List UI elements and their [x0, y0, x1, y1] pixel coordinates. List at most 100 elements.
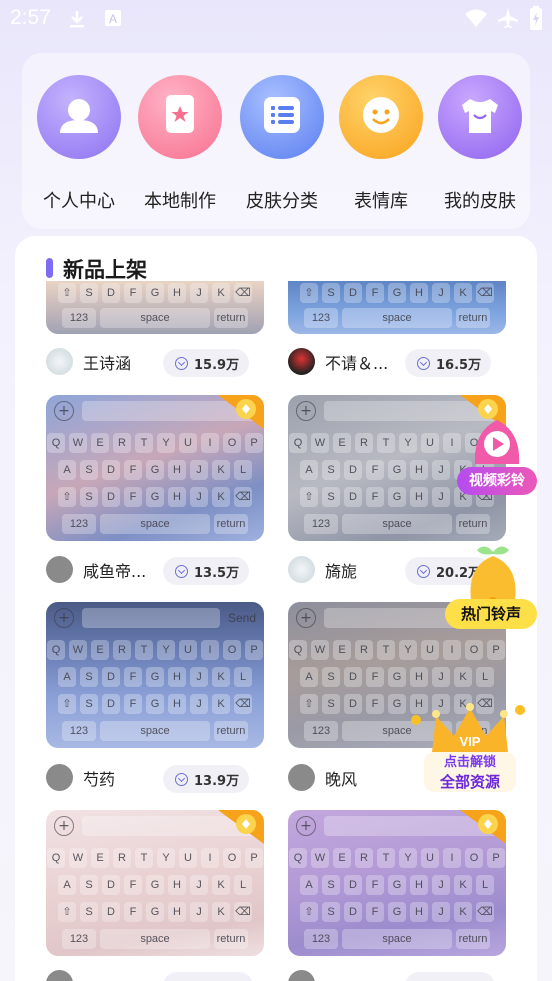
skin-preview-2[interactable]: ⇧ S D F G H J K ⌫ 123 space return — [288, 281, 506, 334]
keyboard-row: QWERTYUIOP — [288, 848, 506, 868]
author-1[interactable]: 王诗涵 — [46, 348, 131, 375]
keyboard-row: ⇧ S D F G H J K ⌫ — [46, 902, 264, 922]
wifi-icon — [465, 9, 487, 27]
hot-ringtones-label: 热门铃声 — [445, 599, 537, 629]
keyboard-row: 123spacereturn — [46, 308, 264, 328]
vip-line2: 全部资源 — [439, 773, 500, 791]
section-accent-bar — [46, 258, 53, 278]
avatar — [46, 348, 73, 375]
download-icon — [417, 356, 430, 370]
keyboard-row: 123spacereturn — [46, 514, 264, 534]
keyboard-row: ⇧ S D F G H J K ⌫ — [46, 694, 264, 714]
download-count: 13.5万 — [194, 565, 240, 581]
keyboard-row: ASDFGHJKL — [46, 460, 264, 480]
quick-item-profile[interactable]: 个人中心 — [34, 75, 124, 213]
skin-preview-5[interactable]: + Send QWERTYUIOP ASDFGHJKL ⇧ S D F G H J K ⌫ 123… — [46, 602, 264, 748]
keyboard-row: 123spacereturn — [288, 929, 506, 949]
quick-item-label: 表情库 — [354, 191, 408, 212]
bell-play-icon — [474, 420, 520, 464]
avatar — [288, 556, 315, 583]
hot-ringtones-button[interactable]: 热门铃声 — [445, 540, 537, 632]
section-title: 新品上架 — [63, 258, 147, 282]
download-icon — [175, 356, 188, 370]
airplane-icon — [498, 8, 518, 28]
author-name: 晚风 — [325, 769, 358, 789]
vip-line1: 点击解锁 — [443, 755, 496, 770]
shirt-icon — [438, 75, 522, 159]
author-7[interactable] — [46, 970, 73, 981]
keyboard-row: ASDFGHJKL — [46, 875, 264, 895]
author-name: 不请＆... — [325, 353, 389, 373]
avatar — [288, 348, 315, 375]
download-count: 15.9万 — [194, 357, 240, 373]
author-2[interactable]: 不请＆... — [288, 348, 388, 375]
keyboard-row: QWERTYUIOP — [288, 640, 506, 660]
quick-item-label: 个人中心 — [43, 191, 115, 212]
quick-item-skin-category[interactable]: 皮肤分类 — [237, 75, 327, 213]
vip-unlock-button[interactable]: VIP 点击解锁 全部资源 — [410, 702, 530, 794]
download-icon — [175, 564, 188, 578]
author-8[interactable] — [288, 970, 315, 981]
keyboard-row: ASDFGHJKL — [288, 667, 506, 687]
author-name: 王诗涵 — [83, 353, 132, 373]
status-time: 2:57 — [10, 6, 51, 29]
avatar — [46, 970, 73, 981]
avatar — [288, 970, 315, 981]
svg-text:A: A — [109, 12, 117, 26]
card-star-icon — [138, 75, 222, 159]
status-bar: 2:57 A — [0, 0, 552, 38]
author-3[interactable]: 咸鱼帝... — [46, 556, 146, 583]
keyboard-row: ASDFGHJKL — [46, 667, 264, 687]
author-6[interactable]: 晚风 — [288, 764, 357, 791]
vip-medal-icon — [218, 395, 264, 429]
battery-icon — [530, 6, 542, 30]
avatar — [288, 764, 315, 791]
author-5[interactable]: 芍药 — [46, 764, 115, 791]
author-name: 芍药 — [83, 769, 116, 789]
avatar — [46, 764, 73, 791]
keyboard-row: QWERTYUIOP — [46, 433, 264, 453]
vip-medal-icon — [218, 810, 264, 844]
download-icon — [175, 772, 188, 786]
quick-item-label: 我的皮肤 — [444, 191, 516, 212]
download-count-pill — [163, 972, 253, 981]
download-count-pill — [405, 972, 495, 981]
vip-medal-icon — [460, 810, 506, 844]
avatar — [46, 556, 73, 583]
skin-preview-8[interactable]: + QWERTYUIOP ASDFGHJKL ⇧ S D F G H J K ⌫ 123 spac… — [288, 810, 506, 956]
quick-item-label: 皮肤分类 — [246, 191, 318, 212]
quick-item-label: 本地制作 — [144, 191, 216, 212]
keyboard-row: ⇧ S D F G H J K ⌫ — [46, 487, 264, 507]
video-ring-label: 视频彩铃 — [457, 467, 537, 495]
download-count-pill: 16.5万 — [405, 349, 492, 377]
download-count-pill: 13.9万 — [163, 765, 250, 793]
keyboard-a-icon: A — [105, 10, 121, 26]
keyboard-row: 123spacereturn — [288, 514, 506, 534]
quick-item-local-make[interactable]: 本地制作 — [135, 75, 225, 213]
download-icon — [417, 564, 430, 578]
keyboard-row: ASDFGHJKL — [288, 875, 506, 895]
keyboard-row: ⇧ S D F G H J K ⌫ — [46, 283, 264, 303]
skin-preview-1[interactable]: ⇧ S D F G H J K ⌫ 123 space return — [46, 281, 264, 334]
keyboard-row: 123spacereturn — [46, 721, 264, 741]
keyboard-row: QWERTYUIOP — [46, 848, 264, 868]
download-count-pill: 13.5万 — [163, 557, 250, 585]
keyboard-row: QWERTYUIOP — [46, 640, 264, 660]
video-ring-button[interactable]: 视频彩铃 — [457, 408, 537, 498]
vip-badge-text: VIP — [460, 734, 481, 749]
keyboard-toolbar: + Send — [54, 608, 256, 628]
download-count-pill: 15.9万 — [163, 349, 250, 377]
list-icon — [240, 75, 324, 159]
author-4[interactable]: 旖旎 — [288, 556, 357, 583]
keyboard-row: 123spacereturn — [46, 929, 264, 949]
download-icon — [70, 11, 84, 28]
download-count: 16.5万 — [436, 357, 482, 373]
quick-item-my-skins[interactable]: 我的皮肤 — [435, 75, 525, 213]
author-name: 旖旎 — [325, 561, 358, 581]
keyboard-row: 123spacereturn — [288, 308, 506, 328]
quick-item-emoji-library[interactable]: 表情库 — [336, 75, 426, 213]
bell-gift-icon — [470, 546, 516, 607]
skin-preview-3[interactable]: + QWERTYUIOP ASDFGHJKL ⇧ S D F G H J K ⌫ 123 spac… — [46, 395, 264, 541]
author-name: 咸鱼帝... — [83, 561, 147, 581]
skin-preview-7[interactable]: + QWERTYUIOP ASDFGHJKL ⇧ S D F G H J K ⌫ 123 spac… — [46, 810, 264, 956]
